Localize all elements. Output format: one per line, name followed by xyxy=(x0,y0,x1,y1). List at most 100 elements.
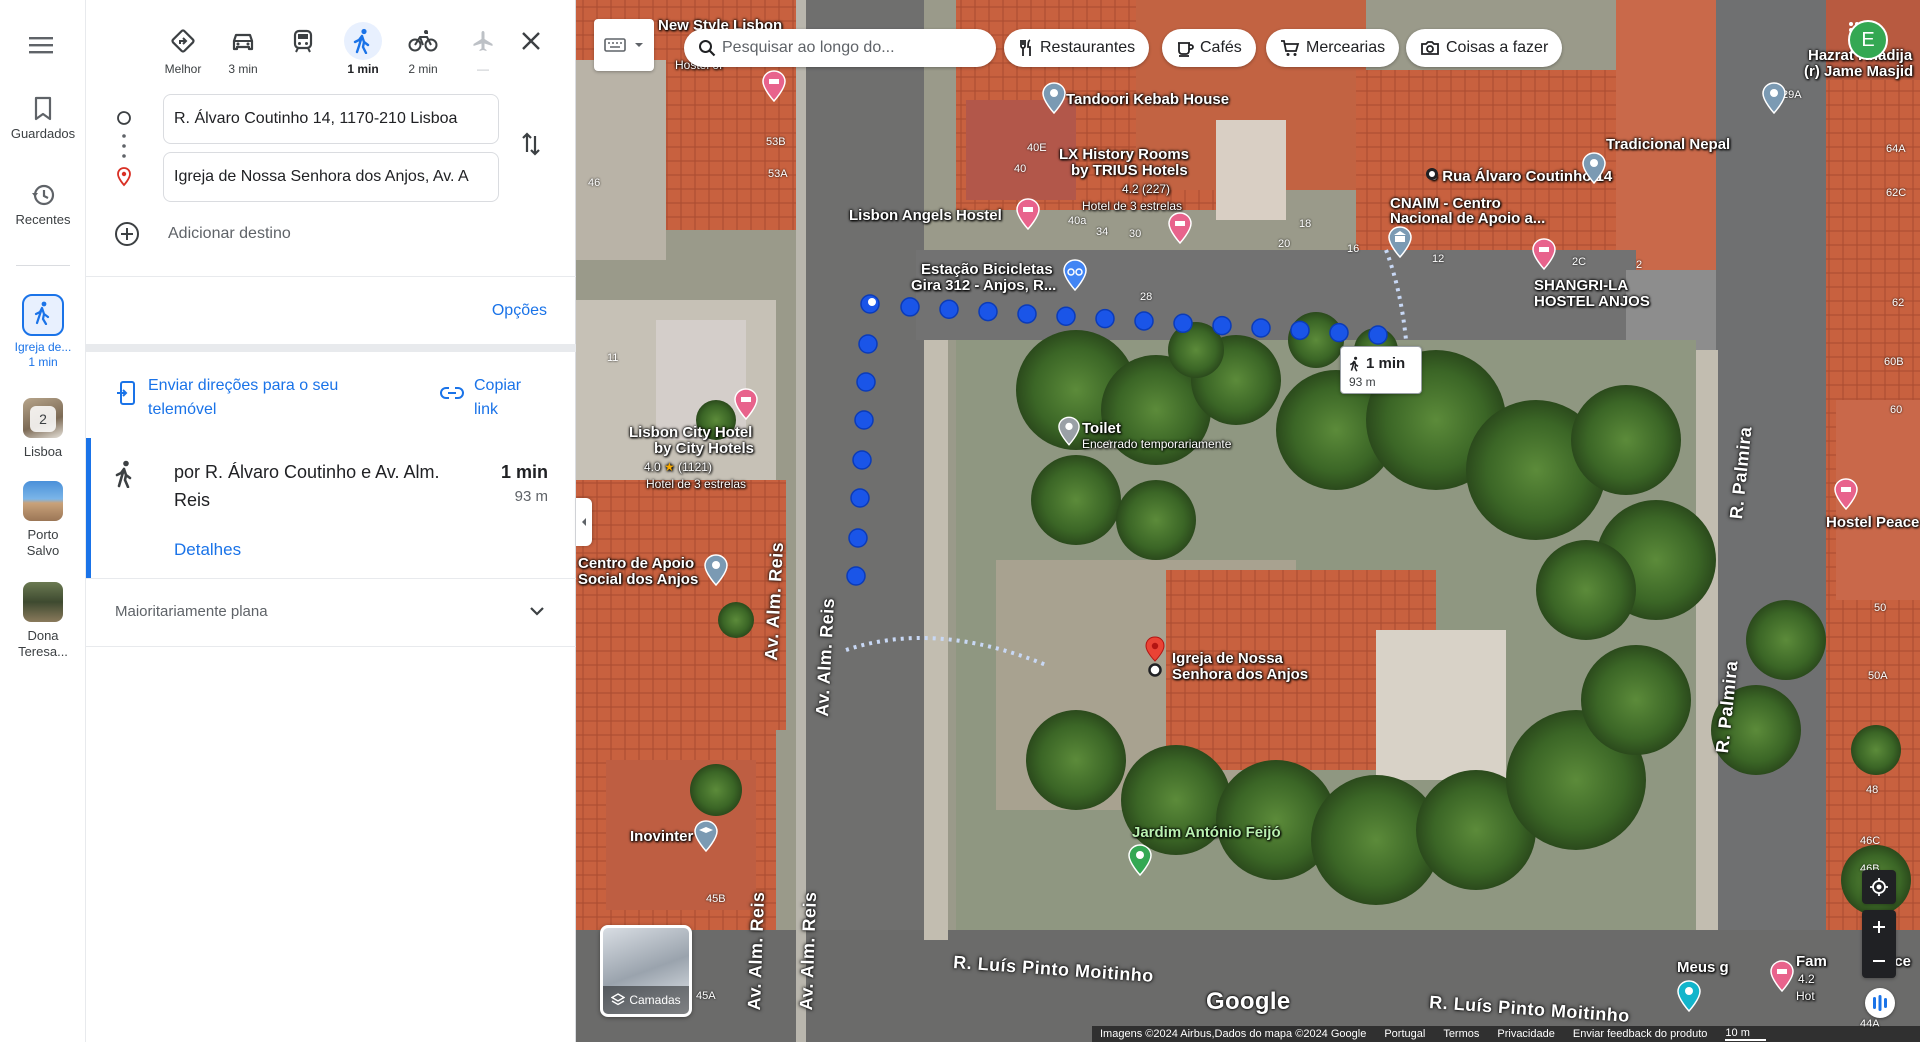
zoom-out-button[interactable] xyxy=(1872,944,1886,978)
origin-marker[interactable] xyxy=(1426,168,1438,180)
house-number: 53A xyxy=(768,168,788,180)
details-button[interactable]: Detalhes xyxy=(174,540,241,560)
add-destination-button[interactable]: Adicionar destino xyxy=(114,221,291,247)
pegman-button[interactable] xyxy=(1865,988,1895,1018)
saved-button[interactable]: Guardados xyxy=(0,96,86,141)
mode-flight-label: — xyxy=(477,62,489,76)
bike-station-pin-icon[interactable] xyxy=(1063,259,1087,296)
route-via: por R. Álvaro Coutinho e Av. Alm. Reis xyxy=(174,462,440,510)
origin-input[interactable]: R. Álvaro Coutinho 14, 1170-210 Lisboa xyxy=(163,94,499,144)
close-icon xyxy=(522,32,540,50)
hotel-pin-icon[interactable] xyxy=(734,388,758,425)
government-pin-icon[interactable] xyxy=(1388,226,1412,263)
swap-directions-button[interactable] xyxy=(520,131,542,162)
map-canvas[interactable]: New Style Lisbon Hostel of Tandoori Keba… xyxy=(576,0,1920,1042)
camera-icon xyxy=(1421,41,1439,55)
chip-cafes[interactable]: Cafés xyxy=(1162,29,1256,67)
mode-transit[interactable] xyxy=(273,22,333,62)
route-dot xyxy=(1290,320,1310,341)
privacy-link[interactable]: Privacidade xyxy=(1497,1028,1554,1040)
route-time: 1 min xyxy=(500,462,548,482)
options-button[interactable]: Opções xyxy=(492,302,547,320)
current-trip[interactable]: Igreja de... 1 min xyxy=(0,294,86,370)
hotel-pin-icon[interactable] xyxy=(1834,478,1858,515)
recent-button[interactable]: Recentes xyxy=(0,182,86,227)
place-pin-icon[interactable] xyxy=(1042,82,1066,119)
collapse-panel-button[interactable] xyxy=(576,498,592,546)
search-along-route-input[interactable]: Pesquisar ao longo do... xyxy=(684,29,996,67)
house-number: 12 xyxy=(1432,253,1445,265)
mode-walk[interactable]: 1 min xyxy=(333,22,393,76)
hotel-pin-icon[interactable] xyxy=(762,70,786,107)
send-to-phone-icon xyxy=(117,381,135,405)
hotel-pin-icon[interactable] xyxy=(1532,238,1556,275)
toilet-pin-icon[interactable] xyxy=(1058,416,1080,451)
account-avatar[interactable]: E xyxy=(1848,20,1888,60)
close-directions-button[interactable] xyxy=(520,30,542,57)
house-number: 46 xyxy=(588,177,601,189)
poi-label: (r) Jame Masjid xyxy=(1804,63,1914,80)
add-destination-label: Adicionar destino xyxy=(168,225,291,242)
terrain-label: Maioritariamente plana xyxy=(115,603,268,620)
destination-input[interactable]: Igreja de Nossa Senhora dos Anjos, Av. A xyxy=(163,152,499,202)
chip-groceries[interactable]: Mercearias xyxy=(1266,29,1400,67)
send-to-phone-button[interactable]: Enviar direções para o seu telemóvel xyxy=(116,374,356,422)
scale-bar[interactable]: 10 m xyxy=(1725,1027,1766,1041)
house-number: 46C xyxy=(1860,835,1881,847)
country-link[interactable]: Portugal xyxy=(1384,1028,1425,1040)
input-tools-button[interactable] xyxy=(594,19,654,71)
feedback-link[interactable]: Enviar feedback do produto xyxy=(1573,1028,1708,1040)
copy-link-button[interactable]: Copiar link xyxy=(440,374,550,422)
house-number: 48 xyxy=(1866,784,1879,796)
mode-car[interactable]: 3 min xyxy=(213,22,273,76)
mode-best-label: Melhor xyxy=(164,62,202,76)
terrain-row[interactable]: Maioritariamente plana xyxy=(86,580,576,646)
walk-icon xyxy=(1349,356,1359,372)
place-pin-icon[interactable] xyxy=(704,554,728,591)
house-number: 64A xyxy=(1886,143,1906,155)
zoom-in-button[interactable] xyxy=(1872,910,1886,944)
mode-flight[interactable]: — xyxy=(453,22,513,76)
plus-icon xyxy=(1873,921,1885,933)
recent-place-dona-teresa[interactable]: Dona Teresa... xyxy=(0,582,86,660)
route-dot xyxy=(939,299,959,320)
mode-bike[interactable]: 2 min xyxy=(393,22,453,76)
destination-pin-icon[interactable] xyxy=(1144,636,1166,683)
menu-icon[interactable] xyxy=(29,35,55,60)
mode-best[interactable]: Melhor xyxy=(153,22,213,76)
route-dot xyxy=(1095,308,1115,329)
recent-place-lisboa[interactable]: 2 Lisboa xyxy=(0,398,86,459)
house-number: 45A xyxy=(696,990,716,1002)
origin-circle-icon xyxy=(116,110,132,131)
poi-label: Tandoori Kebab House xyxy=(1066,91,1230,108)
school-pin-icon[interactable] xyxy=(694,820,718,857)
house-number: 2 xyxy=(1636,259,1643,271)
shop-pin-icon[interactable] xyxy=(1677,980,1701,1017)
poi-label: Social dos Anjos xyxy=(578,571,699,588)
poi-label: Meus g xyxy=(1677,959,1729,976)
map-footer: Imagens ©2024 Airbus,Dados do mapa ©2024… xyxy=(1092,1026,1920,1042)
poi-label: Hotel de 3 estrelas xyxy=(646,477,747,491)
poi-label: Fam xyxy=(1796,953,1827,970)
section-divider xyxy=(86,344,576,352)
poi-label: by TRIUS Hotels xyxy=(1071,162,1188,179)
diamond-route-icon xyxy=(164,22,202,60)
chip-things-to-do[interactable]: Coisas a fazer xyxy=(1406,29,1563,67)
my-location-button[interactable] xyxy=(1862,870,1896,904)
hotel-pin-icon[interactable] xyxy=(1016,198,1040,235)
route-dot xyxy=(1017,304,1037,324)
route-time-bubble[interactable]: 1 min 93 m xyxy=(1340,346,1422,394)
mosque-pin-icon[interactable] xyxy=(1762,82,1786,119)
hotel-pin-icon[interactable] xyxy=(1770,960,1794,997)
route-card[interactable]: por R. Álvaro Coutinho e Av. Alm. Reis 1… xyxy=(86,438,576,578)
layers-button[interactable]: Camadas xyxy=(600,925,692,1017)
terms-link[interactable]: Termos xyxy=(1443,1028,1479,1040)
restaurant-pin-icon[interactable] xyxy=(1582,152,1606,189)
hotel-pin-icon[interactable] xyxy=(1168,212,1192,249)
walk-icon xyxy=(344,22,382,60)
chip-restaurants[interactable]: Restaurantes xyxy=(1004,29,1150,67)
park-pin-icon[interactable] xyxy=(1128,844,1152,881)
search-along-route-placeholder: Pesquisar ao longo do... xyxy=(722,39,895,56)
recent-place-porto-salvo[interactable]: Porto Salvo xyxy=(0,481,86,559)
poi-label: Gira 312 - Anjos, R... xyxy=(911,277,1057,294)
